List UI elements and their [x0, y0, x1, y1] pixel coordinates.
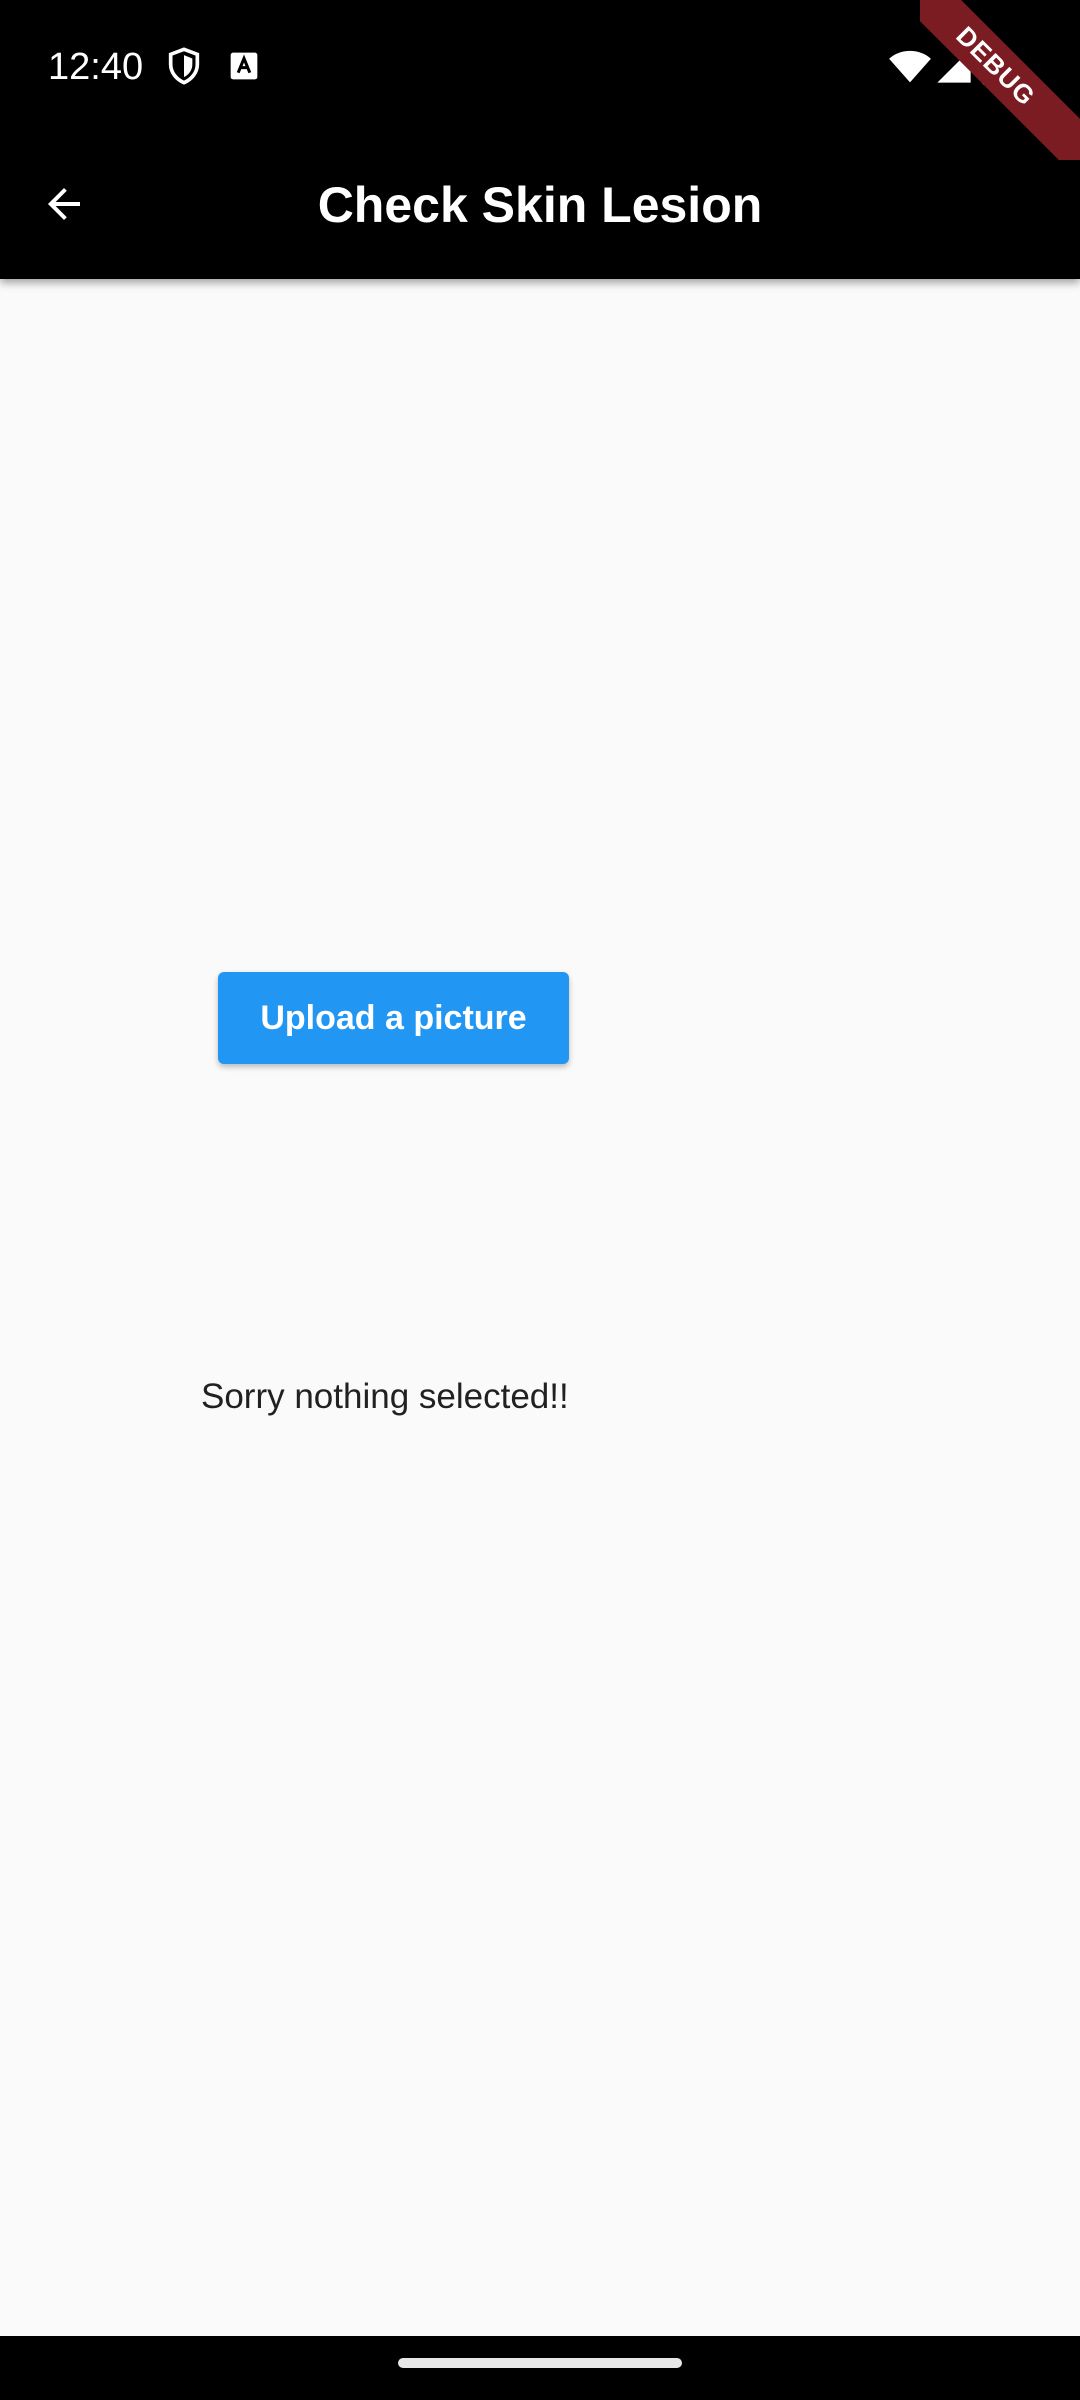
- upload-picture-button[interactable]: Upload a picture: [218, 972, 569, 1064]
- navigation-bar: [0, 2336, 1080, 2400]
- font-icon: [224, 46, 264, 86]
- status-bar: 12:40: [0, 0, 1080, 132]
- app-bar: Check Skin Lesion: [0, 132, 1080, 279]
- page-title: Check Skin Lesion: [317, 177, 763, 233]
- debug-label: DEBUG: [920, 0, 1080, 160]
- status-time: 12:40: [48, 46, 144, 88]
- debug-banner: DEBUG: [920, 0, 1080, 160]
- screen: 12:40 DEBUG Check Skin Lesion Upload a p…: [0, 0, 1080, 2400]
- selection-status-text: Sorry nothing selected!!: [201, 1377, 569, 1416]
- shield-icon: [164, 46, 204, 86]
- home-indicator[interactable]: [398, 2358, 682, 2368]
